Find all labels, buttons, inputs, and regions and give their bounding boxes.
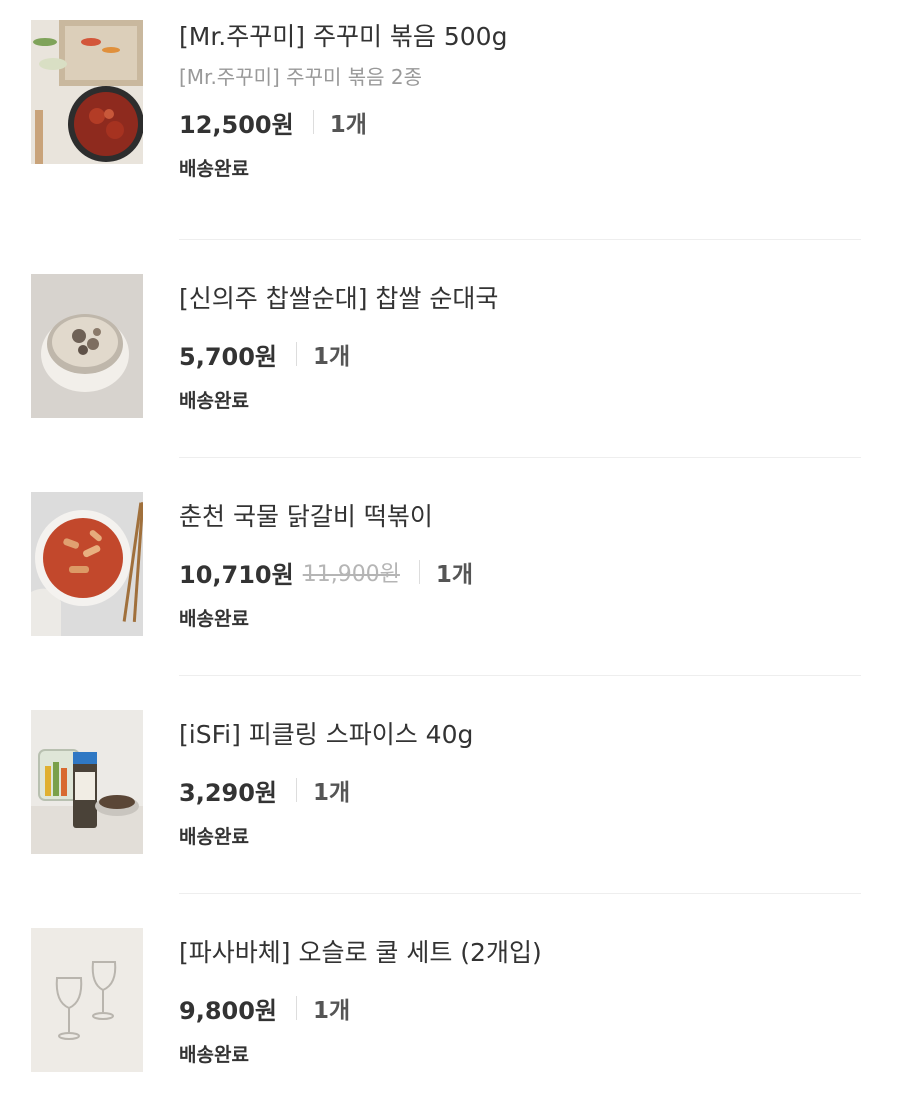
product-quantity: 1개 bbox=[313, 344, 351, 370]
item-divider bbox=[179, 239, 861, 240]
product-name[interactable]: [Mr.주꾸미] 주꾸미 볶음 500g bbox=[179, 20, 860, 54]
product-quantity: 1개 bbox=[329, 112, 367, 138]
product-option: [Mr.주꾸미] 주꾸미 볶음 2종 bbox=[179, 65, 423, 89]
product-price: 3,290원 bbox=[179, 778, 277, 807]
product-price: 10,710원 bbox=[179, 560, 294, 589]
product-price: 12,500원 bbox=[179, 110, 294, 139]
product-image[interactable] bbox=[31, 274, 143, 418]
wine-glass-image bbox=[31, 928, 143, 1072]
product-name[interactable]: 춘천 국물 닭갈비 떡볶이 bbox=[179, 500, 860, 534]
product-image[interactable] bbox=[31, 928, 143, 1072]
spice-jar-image bbox=[31, 710, 143, 854]
item-divider bbox=[179, 675, 861, 676]
price-row: 10,710원 11,900원 1개 bbox=[179, 555, 860, 589]
product-price: 5,700원 bbox=[179, 342, 277, 371]
price-row: 9,800원 1개 bbox=[179, 991, 860, 1025]
delivery-status: 배송완료 bbox=[179, 1044, 249, 1066]
delivery-status: 배송완료 bbox=[179, 608, 249, 630]
octopus-dish-image bbox=[31, 20, 143, 164]
item-divider bbox=[179, 457, 861, 458]
product-quantity: 1개 bbox=[313, 780, 351, 806]
price-quantity-separator bbox=[312, 110, 314, 134]
item-divider bbox=[179, 893, 861, 894]
product-quantity: 1개 bbox=[435, 562, 474, 588]
product-image[interactable] bbox=[31, 710, 143, 854]
product-name[interactable]: [신의주 찹쌀순대] 찹쌀 순대국 bbox=[179, 282, 860, 316]
price-quantity-separator bbox=[296, 778, 297, 802]
delivery-status: 배송완료 bbox=[179, 158, 249, 180]
price-row: 12,500원 1개 bbox=[179, 105, 860, 139]
product-name[interactable]: [iSFi] 피클링 스파이스 40g bbox=[179, 718, 860, 752]
order-item-list: [Mr.주꾸미] 주꾸미 볶음 500g [Mr.주꾸미] 주꾸미 볶음 2종 … bbox=[0, 0, 900, 1095]
product-quantity: 1개 bbox=[313, 998, 351, 1024]
original-price: 11,900원 bbox=[302, 562, 400, 587]
product-image[interactable] bbox=[31, 492, 143, 636]
price-row: 3,290원 1개 bbox=[179, 773, 860, 807]
delivery-status: 배송완료 bbox=[179, 826, 249, 848]
soup-bowl-image bbox=[31, 274, 143, 418]
product-price: 9,800원 bbox=[179, 996, 277, 1025]
price-quantity-separator bbox=[296, 342, 297, 366]
price-quantity-separator bbox=[296, 996, 297, 1020]
product-name[interactable]: [파사바체] 오슬로 쿨 세트 (2개입) bbox=[179, 936, 860, 970]
tteokbokki-image bbox=[31, 492, 143, 636]
delivery-status: 배송완료 bbox=[179, 390, 249, 412]
product-image[interactable] bbox=[31, 20, 143, 164]
price-row: 5,700원 1개 bbox=[179, 337, 860, 371]
price-quantity-separator bbox=[418, 560, 420, 584]
